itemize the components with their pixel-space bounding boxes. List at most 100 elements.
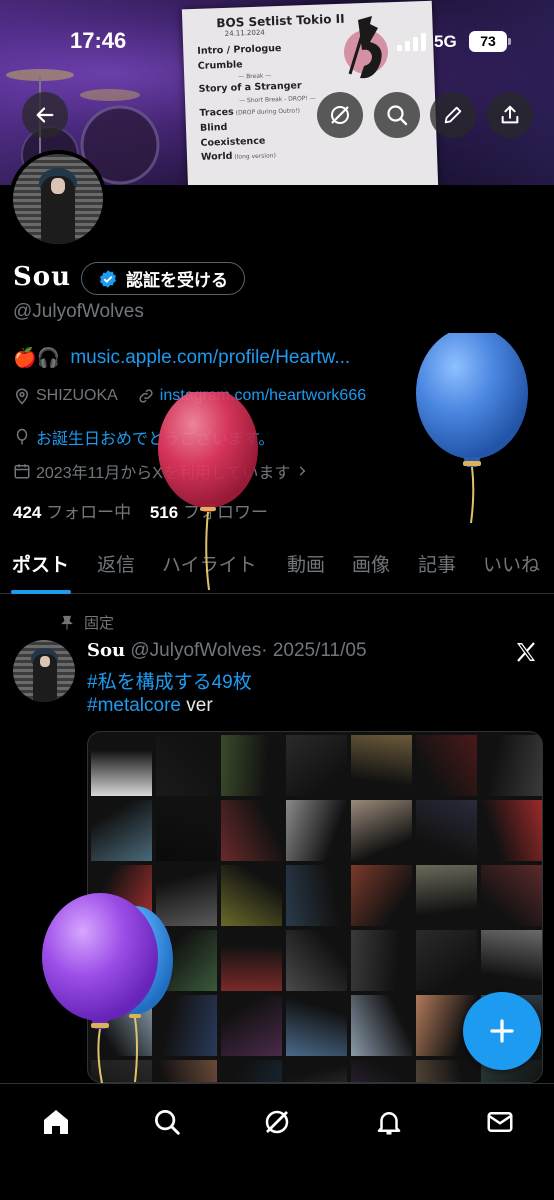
album-cover [351,995,412,1056]
following-count: 424 [13,503,42,522]
album-cover [416,1060,477,1082]
nav-notifications[interactable] [369,1102,409,1142]
nav-search[interactable] [147,1102,187,1142]
bio-emojis: 🍎🎧 [13,348,61,369]
signal-icon [397,33,426,51]
get-verified-label: 認証を受ける [126,271,228,290]
tab-photos[interactable]: 画像 [352,550,390,577]
album-cover [156,800,217,861]
album-cover [91,800,152,861]
tab-posts[interactable]: ポスト [12,550,69,577]
profile-tabs: ポスト 返信 ハイライト 動画 画像 記事 いいね [0,538,554,594]
post-line-1: #私を構成する49枚 [87,667,252,694]
bottom-navigation [0,1083,554,1200]
post-author-handle[interactable]: @JulyofWolves [130,640,261,661]
link-icon [139,389,153,403]
bio-link[interactable]: music.apple.com/profile/Heartw... [70,347,350,369]
nav-home[interactable] [36,1102,76,1142]
album-cover [416,735,477,796]
calendar-icon [14,464,30,479]
x-logo-icon [517,642,535,662]
nav-messages[interactable] [480,1102,520,1142]
search-icon [387,105,408,126]
album-cover [286,865,347,926]
following-label: フォロー中 [46,503,132,522]
pinned-text: 固定 [84,615,115,632]
verified-badge-icon [100,269,116,288]
album-cover [286,995,347,1056]
red-balloon-decoration [158,392,258,591]
share-icon [501,105,519,124]
back-button[interactable] [22,92,68,138]
get-verified-button[interactable]: 認証を受ける [81,262,245,295]
post-header: Sou @JulyofWolves· 2025/11/05 [87,640,367,662]
album-cover [351,930,412,991]
tab-replies[interactable]: 返信 [97,550,135,577]
user-handle: @JulyofWolves [13,301,144,322]
album-cover [416,800,477,861]
location-pin-icon [15,388,29,405]
post-line-2-text: ver [181,695,213,716]
pin-icon [61,615,73,630]
compose-post-button[interactable] [463,992,541,1070]
album-cover [286,1060,347,1082]
album-cover [91,735,152,796]
display-name: Sou [13,262,72,292]
bio: 🍎🎧 music.apple.com/profile/Heartw... [13,346,350,370]
pencil-icon [444,106,462,124]
chevron-right-icon [300,466,306,476]
profile-avatar[interactable] [9,150,107,248]
grok-icon [331,106,349,124]
album-cover [286,800,347,861]
tab-articles[interactable]: 記事 [418,550,456,577]
nav-grok[interactable] [257,1102,297,1142]
post-author-name[interactable]: Sou [87,640,125,661]
grok-button[interactable] [317,92,363,138]
active-tab-indicator [11,590,71,594]
album-cover [416,930,477,991]
album-cover [221,1060,282,1082]
album-cover [221,800,282,861]
bell-icon [377,1112,401,1135]
edit-profile-button[interactable] [430,92,476,138]
share-button[interactable] [487,92,533,138]
album-cover [481,800,542,861]
post-line-2: #metalcore ver [87,695,213,717]
pinned-label: 固定 [60,612,114,633]
tab-videos[interactable]: 動画 [287,550,325,577]
hashtag-metalcore[interactable]: #metalcore [87,695,181,716]
network-type: 5G [434,32,457,51]
album-cover [221,930,282,991]
album-cover [286,930,347,991]
post-author-avatar[interactable] [13,640,75,702]
purple-balloon-decoration [42,893,158,1083]
envelope-icon [487,1112,513,1132]
hashtag-49[interactable]: #私を構成する49枚 [87,672,252,693]
location-text: SHIZUOKA [36,387,118,404]
status-bar: 17:46 5G 73 [0,0,554,84]
album-cover [416,865,477,926]
balloon-icon [16,428,28,445]
status-time: 17:46 [70,28,127,53]
album-cover [286,735,347,796]
album-cover [351,865,412,926]
battery-indicator: 73 [469,31,511,52]
home-icon [44,1110,68,1134]
arrow-left-icon [36,107,54,123]
blue-balloon-decoration [416,333,528,524]
search-profile-button[interactable] [374,92,420,138]
tab-likes[interactable]: いいね [483,550,540,577]
album-cover [481,865,542,926]
post-date: · 2025/11/05 [261,640,367,661]
album-cover [351,735,412,796]
album-cover [351,800,412,861]
album-cover [221,735,282,796]
search-icon [155,1110,180,1135]
album-cover [221,995,282,1056]
grok-icon [265,1110,289,1134]
album-cover [481,735,542,796]
album-cover [221,865,282,926]
avatar-image [13,154,103,244]
following-link[interactable]: 424 フォロー中 [13,503,131,522]
album-cover [156,735,217,796]
